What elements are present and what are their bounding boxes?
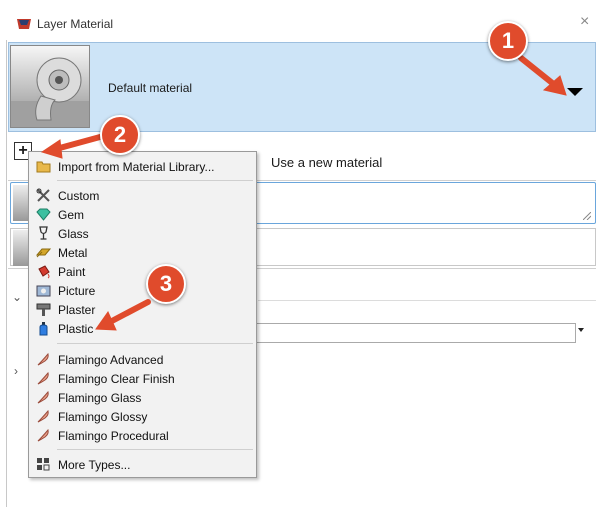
arrow-2-icon <box>53 134 103 152</box>
arrow-1-icon <box>518 55 559 89</box>
callout-badge-2: 2 <box>100 115 140 155</box>
arrow-2-head-icon <box>40 139 63 159</box>
arrow-3-icon <box>107 299 151 325</box>
callout-badge-1: 1 <box>488 21 528 61</box>
annotation-arrows <box>40 55 567 331</box>
callout-badge-3: 3 <box>146 264 186 304</box>
